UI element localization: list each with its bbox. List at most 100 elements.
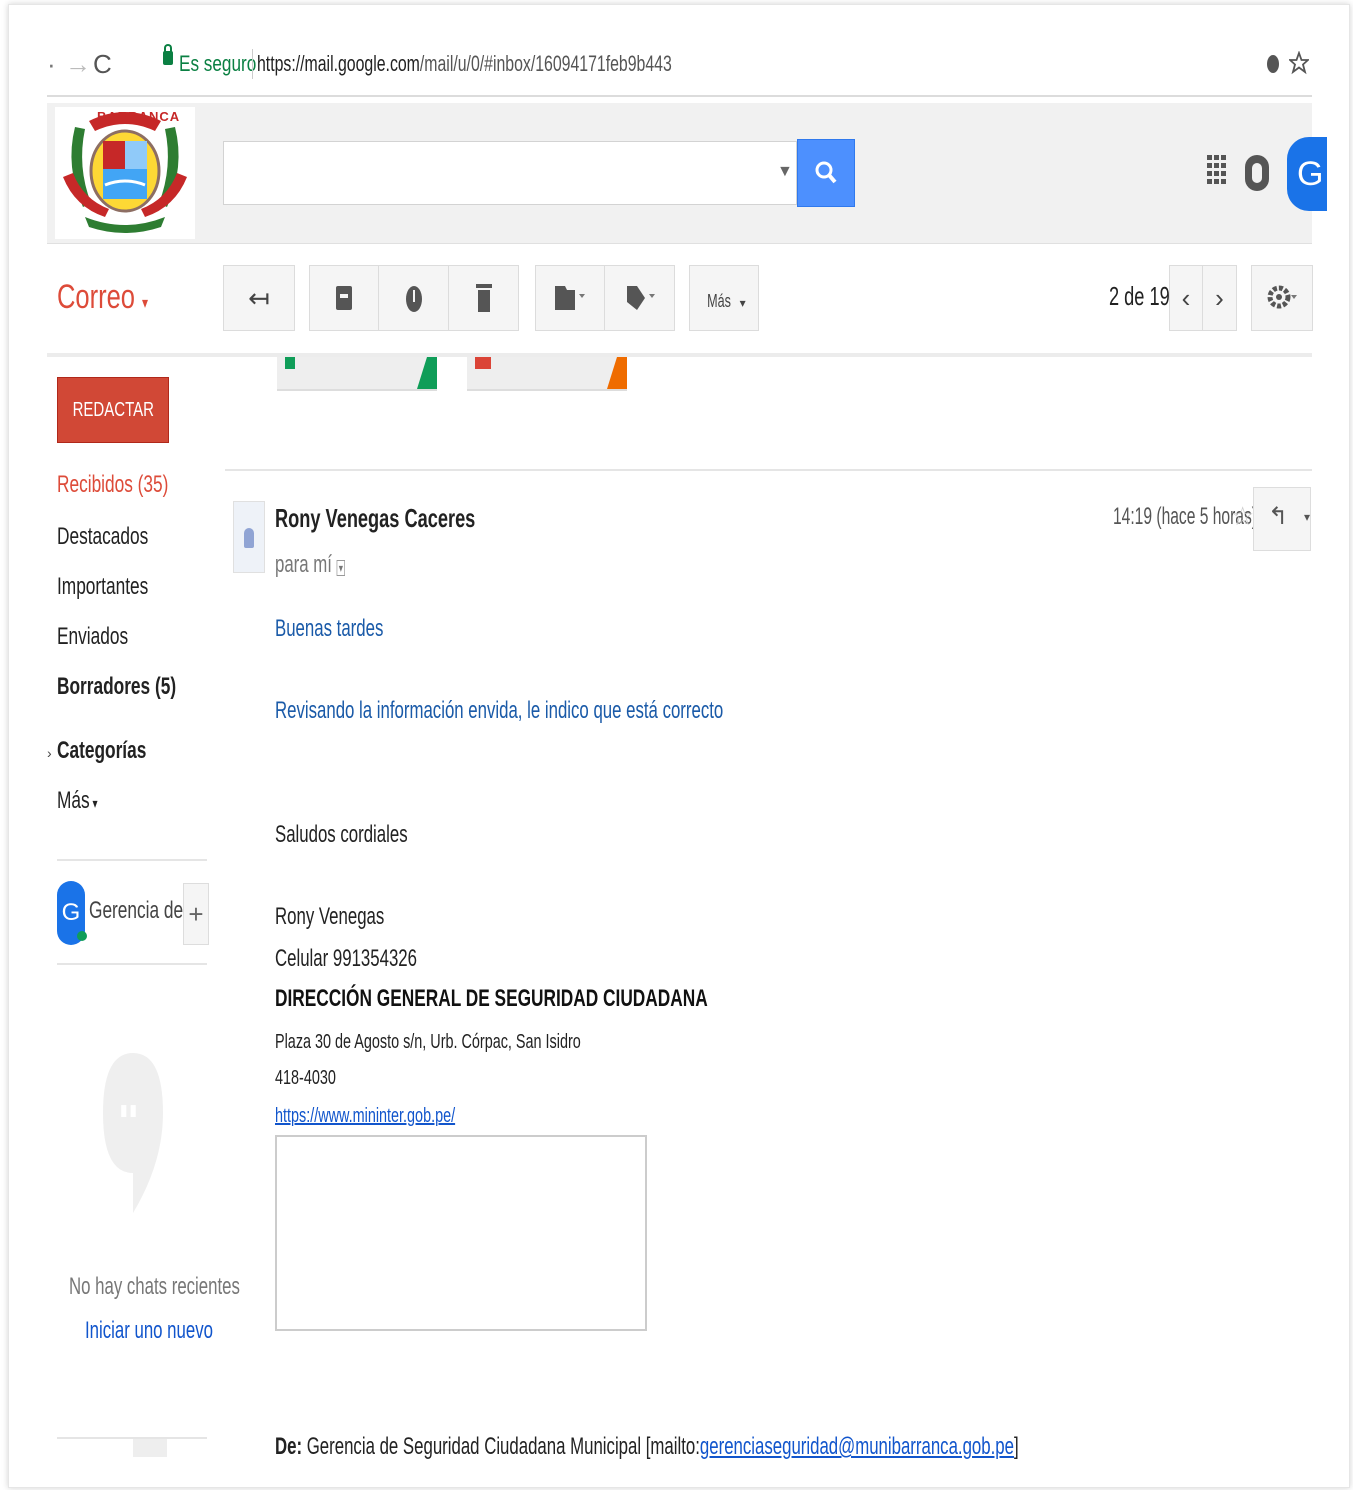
move-to-button[interactable] [535, 265, 605, 331]
reply-menu-chevron-icon: ▾ [1304, 510, 1311, 524]
new-chat-button[interactable]: + [183, 883, 209, 945]
signature-name: Rony Venegas [275, 903, 385, 930]
account-avatar[interactable]: G [1287, 137, 1327, 211]
reply-icon: ↰ [1268, 503, 1289, 530]
address-bar[interactable]: · → C Es seguro https://mail.google.com/… [47, 43, 1312, 97]
toolbar-divider [47, 353, 1312, 357]
chevron-down-icon: ▾ [736, 296, 746, 310]
crest-icon [63, 112, 187, 233]
arrow-left-icon: ↤ [248, 283, 270, 313]
start-new-chat-link[interactable]: Iniciar uno nuevo [85, 1317, 213, 1345]
sheet-icon [285, 357, 437, 389]
sidebar-item-categories[interactable]: Categorías [57, 737, 146, 765]
no-chats-text: No hay chats recientes [69, 1273, 240, 1300]
bookmark-star-icon[interactable] [1289, 51, 1309, 75]
compose-label: REDACTAR [72, 399, 154, 421]
folder-icon [555, 286, 585, 310]
signature-website-link[interactable]: https://www.mininter.gob.pe/ [275, 1105, 455, 1128]
back-to-inbox-button[interactable]: ↤ [223, 265, 295, 331]
sidebar-item-important[interactable]: Importantes [57, 573, 148, 601]
sidebar-item-sent[interactable]: Enviados [57, 623, 128, 651]
expand-arrow-icon[interactable]: › [47, 745, 52, 761]
closing-text: Saludos cordiales [275, 821, 408, 848]
labels-button[interactable] [605, 265, 675, 331]
compose-button[interactable]: REDACTAR [57, 377, 169, 443]
newer-button[interactable]: ‹ [1169, 265, 1203, 331]
reload-icon[interactable]: C [93, 49, 112, 80]
apps-grid-icon[interactable] [1207, 155, 1227, 191]
svg-text:": " [117, 1097, 140, 1148]
label-tag-icon [626, 286, 655, 310]
recipient-details[interactable]: para mí ▾ [275, 551, 346, 579]
attachment-chip[interactable] [277, 357, 437, 391]
signature-address: Plaza 30 de Agosto s/n, Urb. Córpac, San… [275, 1031, 581, 1053]
notifications-icon[interactable] [1245, 155, 1269, 191]
chevron-right-icon: › [1215, 283, 1224, 313]
search-icon [815, 161, 837, 184]
signature-org: DIRECCIÓN GENERAL DE SEGURIDAD CIUDADANA [275, 985, 708, 1012]
from-prefix: De: [275, 1433, 303, 1460]
logo-text: BARRANCA [97, 109, 181, 124]
online-status-dot [77, 931, 87, 941]
reply-button[interactable]: ↰ ▾ [1253, 487, 1311, 551]
search-options-chevron-icon[interactable]: ▼ [777, 163, 793, 181]
divider [252, 49, 253, 79]
details-chevron-icon: ▾ [336, 560, 346, 576]
archive-button[interactable] [309, 265, 379, 331]
url-path: /mail/u/0/#inbox/16094171feb9b443 [419, 51, 672, 76]
archive-icon [336, 286, 352, 310]
barranca-logo[interactable]: BARRANCA [55, 107, 195, 239]
url-field[interactable]: https://mail.google.com/mail/u/0/#inbox/… [257, 51, 672, 77]
mail-app-switcher[interactable]: Correo ▾ [57, 278, 148, 317]
search-input[interactable] [223, 141, 797, 205]
sender-avatar [233, 501, 265, 573]
body-text: Revisando la información envida, le indi… [275, 697, 724, 724]
url-host: https://mail.google.com [257, 51, 420, 76]
report-spam-button[interactable] [379, 265, 449, 331]
back-icon[interactable]: · [47, 49, 56, 80]
signature-image-placeholder [275, 1135, 647, 1331]
chevron-down-icon: ▾ [142, 295, 149, 312]
secure-label: Es seguro [179, 51, 257, 76]
sidebar-item-inbox[interactable]: Recibidos (35) [57, 471, 168, 499]
app-label: Correo [57, 278, 135, 316]
sidebar-divider [57, 1437, 207, 1439]
message-divider [225, 469, 1312, 471]
recipient-label: para mí [275, 551, 332, 578]
greeting-text: Buenas tardes [275, 615, 384, 642]
sidebar-divider [57, 963, 207, 965]
chevron-down-icon: ▾ [89, 795, 98, 811]
plus-icon: + [188, 899, 204, 929]
image-icon [475, 357, 627, 389]
signature-phone: Celular 991354326 [275, 945, 417, 972]
sidebar-divider [57, 859, 207, 861]
star-icon[interactable]: ☆ [1231, 501, 1254, 532]
attachment-chip[interactable] [467, 357, 627, 391]
lock-icon [163, 44, 173, 65]
settings-button[interactable] [1251, 265, 1313, 331]
chevron-left-icon: ‹ [1181, 283, 1191, 313]
from-suffix: ] [1013, 1433, 1019, 1460]
signature-tel: 418-4030 [275, 1067, 336, 1089]
sidebar-more-label: Más [57, 787, 90, 814]
forward-icon[interactable]: → [65, 49, 91, 80]
sidebar-item-starred[interactable]: Destacados [57, 523, 148, 551]
forward-header: De: Gerencia de Seguridad Ciudadana Muni… [275, 1433, 1019, 1461]
gmail-header: BARRANCA ▼ G [47, 103, 1327, 244]
chat-footer-tab[interactable] [133, 1439, 167, 1457]
gear-icon [1267, 285, 1297, 309]
sidebar-item-more[interactable]: Más ▾ [57, 787, 98, 815]
trash-icon [475, 284, 492, 312]
more-label: Más [707, 291, 732, 311]
more-actions-button[interactable]: Más ▾ [689, 265, 759, 331]
older-button[interactable]: › [1203, 265, 1237, 331]
extension-icon[interactable] [1265, 53, 1281, 75]
sender-name[interactable]: Rony Venegas Caceres [275, 503, 475, 534]
browser-window: · → C Es seguro https://mail.google.com/… [8, 4, 1350, 1488]
sidebar-item-drafts[interactable]: Borradores (5) [57, 673, 176, 701]
spam-icon [405, 286, 422, 312]
from-text: Gerencia de Seguridad Ciudadana Municipa… [302, 1433, 700, 1460]
search-button[interactable] [797, 139, 855, 207]
delete-button[interactable] [449, 265, 519, 331]
from-email-link[interactable]: gerenciaseguridad@munibarranca.gob.pe [700, 1433, 1014, 1460]
